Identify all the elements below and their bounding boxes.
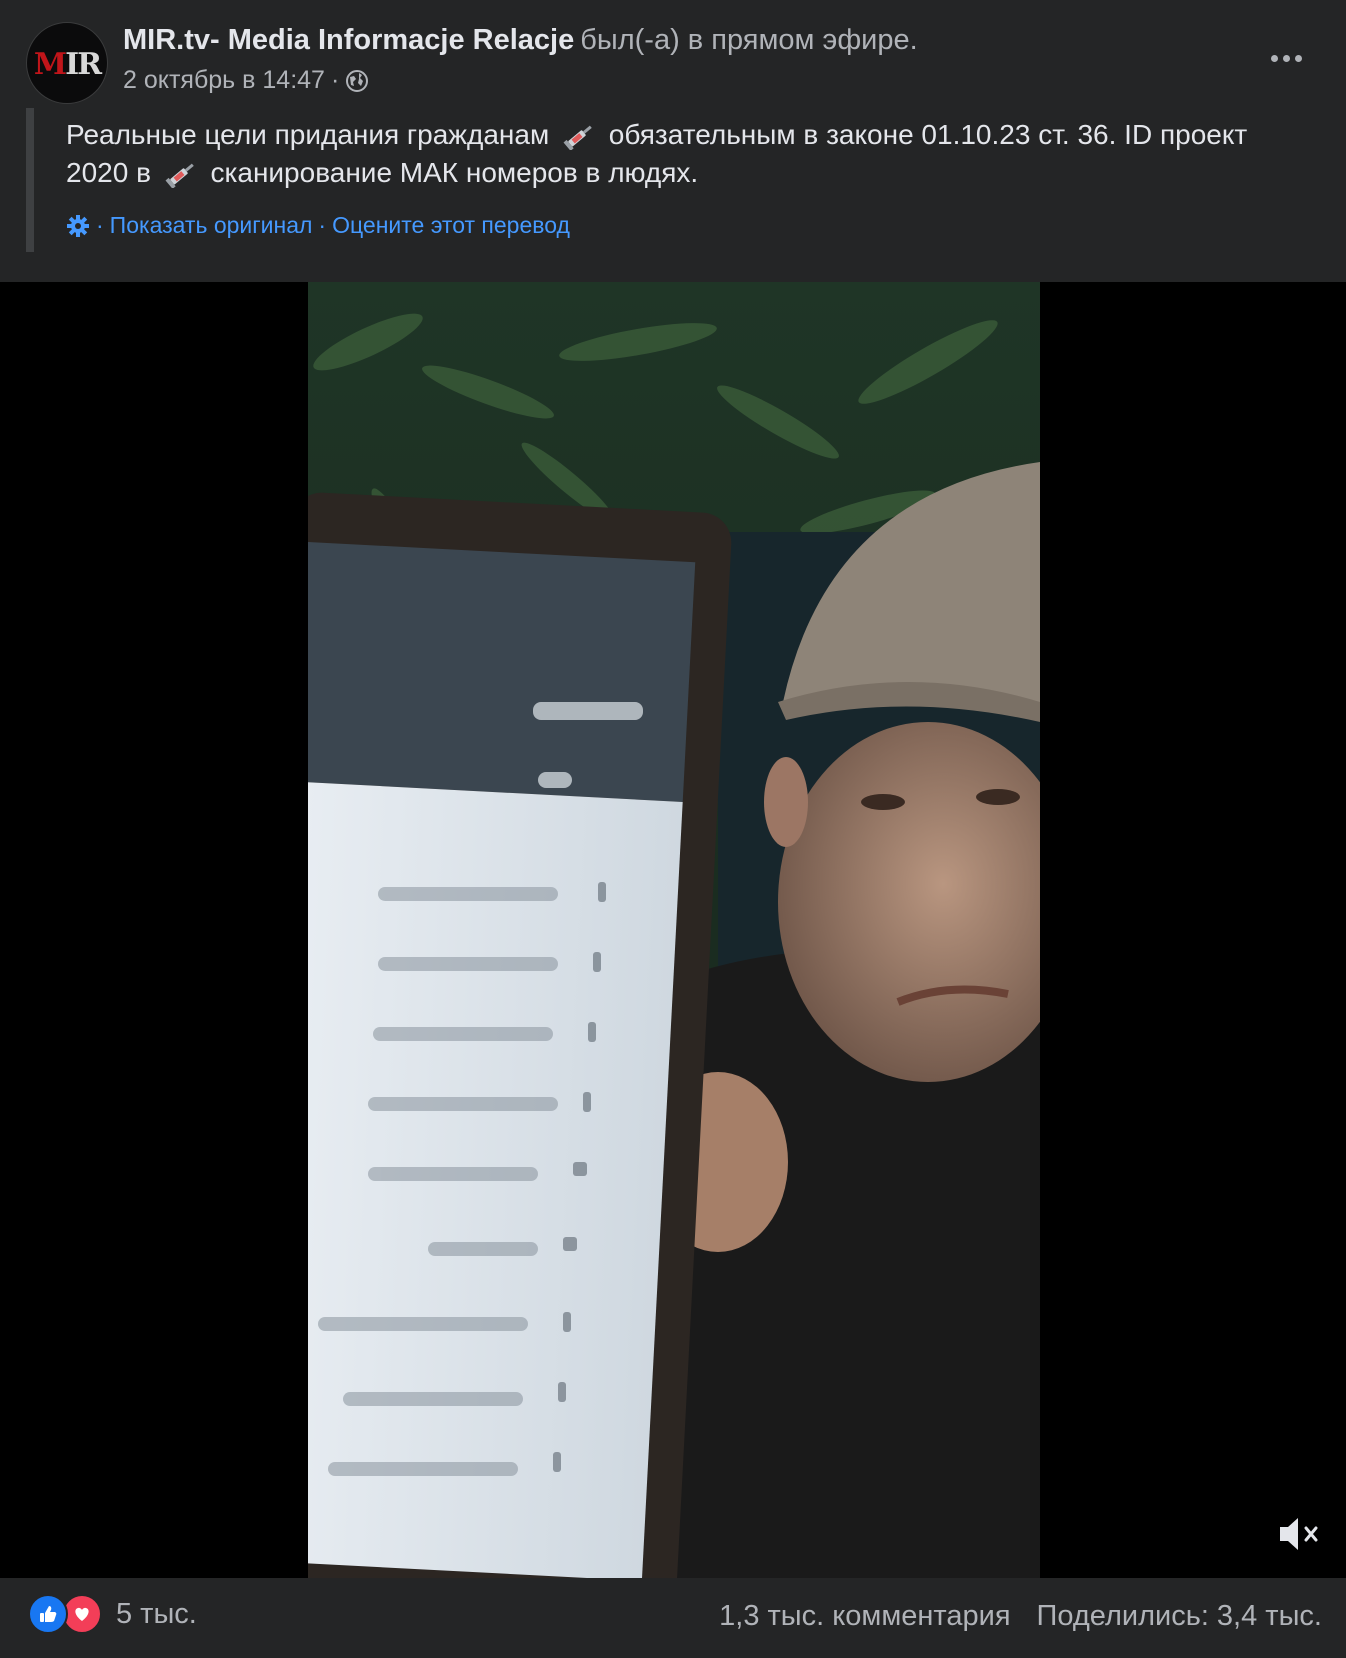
page-avatar[interactable]: MIR [26,22,108,104]
reactions-summary[interactable]: 5 тыс. [28,1594,197,1634]
reaction-count: 5 тыс. [116,1597,197,1630]
comments-count-link[interactable]: 1,3 тыс. комментария [719,1600,1010,1633]
meta-separator: · [330,66,340,94]
live-status-text: был(-а) в прямом эфире. [580,24,918,56]
muted-speaker-icon[interactable] [1276,1512,1324,1556]
video-frame[interactable] [308,282,1040,1578]
more-dot [1282,54,1290,62]
engagement-stats: 1,3 тыс. комментария Поделились: 3,4 тыс… [719,1600,1322,1633]
globe-icon[interactable] [345,69,369,93]
more-options-icon[interactable] [1262,40,1310,76]
post-text-part-1: Реальные цели придания гражданам [66,119,550,150]
post-footer: 5 тыс. 1,3 тыс. комментария Поделились: … [0,1578,1346,1658]
more-dot [1270,54,1278,62]
rate-translation-link[interactable]: Оцените этот перевод [332,212,570,239]
quote-bar [26,108,34,252]
gear-icon[interactable] [66,214,90,238]
avatar-logo: MIR [33,47,102,82]
more-dot [1294,54,1302,62]
translation-bar: · Показать оригинал · Оцените этот перев… [66,212,570,239]
show-original-link[interactable]: Показать оригинал [110,212,313,239]
shares-count-link[interactable]: Поделились: 3,4 тыс. [1037,1600,1322,1633]
love-icon [62,1594,102,1634]
post-date-link[interactable]: 2 октябрь в 14:47 [123,66,325,95]
page-name-link[interactable]: MIR.tv- Media Informacje Relacje [123,24,574,56]
post-text-part-3: сканирование МАК номеров в людях. [210,157,699,188]
video-frame-image [308,282,1040,1578]
post-header: MIR MIR.tv- Media Informacje Relacje был(… [0,0,1346,282]
post-text: Реальные цели придания гражданам обязате… [66,116,1296,192]
post-meta: 2 октябрь в 14:47 · [123,66,369,95]
syringe-emoji-icon [163,160,199,189]
post-title-line: MIR.tv- Media Informacje Relacje был(-а) … [123,24,918,57]
avatar-logo-rest: IR [65,47,102,82]
translation-separator: · [96,212,104,238]
like-icon [28,1594,68,1634]
video-player[interactable] [0,282,1346,1578]
syringe-emoji-icon [561,122,597,151]
translation-separator: · [318,212,327,238]
